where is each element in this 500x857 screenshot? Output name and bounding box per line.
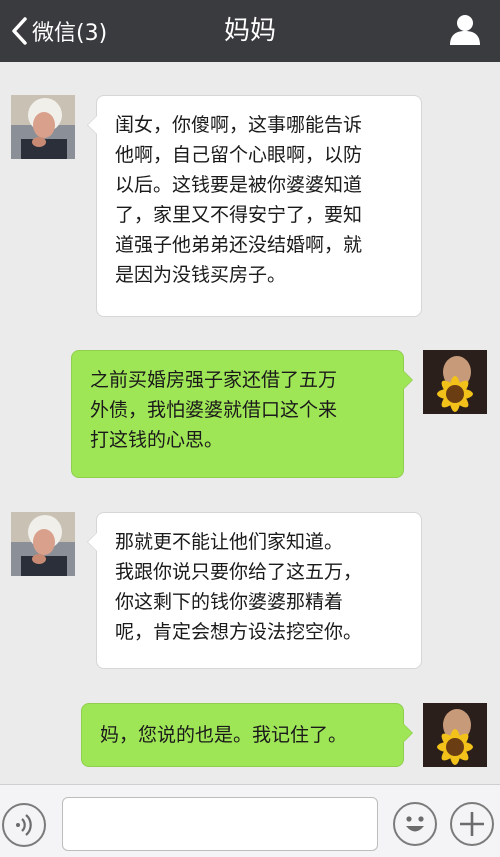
message-input[interactable] bbox=[62, 797, 378, 851]
my-avatar[interactable] bbox=[423, 703, 487, 767]
elderly-woman-photo bbox=[11, 512, 75, 576]
elderly-woman-photo bbox=[11, 95, 75, 159]
navigation-bar: 微信(3) 妈妈 bbox=[0, 0, 500, 62]
mom-avatar[interactable] bbox=[11, 512, 75, 576]
profile-button[interactable] bbox=[448, 12, 482, 50]
message-text: 妈，您说的也是。我记住了。 bbox=[100, 724, 348, 746]
emoji-button[interactable] bbox=[393, 802, 437, 846]
message-bubble-sent[interactable]: 之前买婚房强子家还借了五万 外债，我怕婆婆就借口这个来 打这钱的心思。 bbox=[71, 350, 413, 478]
message-text: 之前买婚房强子家还借了五万 外债，我怕婆婆就借口这个来 打这钱的心思。 bbox=[90, 369, 338, 451]
smiley-icon bbox=[406, 816, 424, 832]
chat-title: 妈妈 bbox=[223, 16, 276, 46]
message-text: 闺女，你傻啊，这事哪能告诉 他啊，自己留个心眼啊，以防 以后。这钱要是被你婆婆知… bbox=[115, 114, 363, 286]
plus-icon bbox=[460, 812, 484, 836]
my-avatar[interactable] bbox=[423, 350, 487, 414]
mom-avatar[interactable] bbox=[11, 95, 75, 159]
message-bubble-sent[interactable]: 妈，您说的也是。我记住了。 bbox=[81, 703, 413, 767]
more-button[interactable] bbox=[450, 802, 494, 846]
message-bubble-received[interactable]: 闺女，你傻啊，这事哪能告诉 他啊，自己留个心眼啊，以防 以后。这钱要是被你婆婆知… bbox=[87, 95, 422, 317]
sunflower-photo bbox=[423, 350, 487, 414]
sunflower-photo bbox=[423, 703, 487, 767]
person-icon bbox=[450, 15, 480, 45]
message-bubble-received[interactable]: 那就更不能让他们家知道。 我跟你说只要你给了这五万， 你这剩下的钱你婆婆那精着 … bbox=[87, 512, 422, 669]
message-text: 那就更不能让他们家知道。 我跟你说只要你给了这五万， 你这剩下的钱你婆婆那精着 … bbox=[115, 531, 363, 643]
voice-button[interactable] bbox=[2, 803, 46, 847]
voice-icon bbox=[16, 814, 32, 836]
input-bar bbox=[0, 784, 500, 857]
